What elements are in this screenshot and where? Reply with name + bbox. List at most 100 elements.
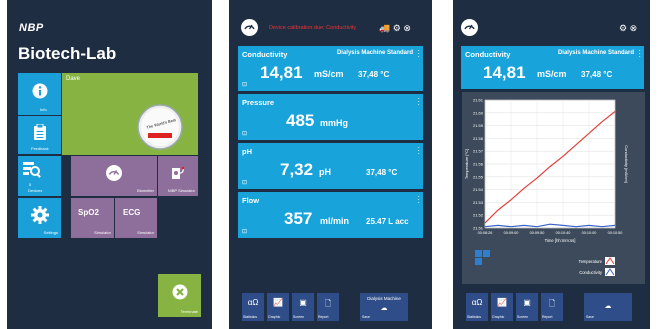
report-button[interactable]: 🗋 Report	[317, 293, 339, 321]
document-icon: 🗋	[548, 299, 556, 308]
statistics-icon: αΩ	[247, 298, 259, 307]
screen-button[interactable]: ▣ Screen	[292, 293, 314, 321]
info-tile[interactable]: Info	[18, 73, 61, 115]
terminate-label: Terminate	[180, 309, 198, 314]
gauge-button[interactable]	[461, 19, 478, 36]
edit-icon[interactable]: ⊡	[242, 228, 247, 235]
edit-icon[interactable]: ⊡	[242, 81, 247, 88]
card-value: 14,81	[260, 63, 303, 82]
x-axis-label: Time [hh:mm:ss]	[545, 238, 576, 243]
graphic-button[interactable]: 📈 Graphic	[491, 293, 513, 321]
spo2-tile[interactable]: SpO2 Simulator	[71, 198, 114, 238]
feedback-tile[interactable]: Feedback	[18, 116, 61, 154]
edit-icon[interactable]: ⊡	[242, 179, 247, 186]
y-tick-label: 21.58	[473, 136, 484, 141]
nibp-icon	[172, 166, 185, 179]
y-tick-label: 21.54	[473, 187, 484, 192]
more-icon[interactable]: · · ·	[638, 47, 641, 61]
y-tick-label: 21.51	[473, 226, 484, 231]
more-icon[interactable]: · · ·	[417, 47, 420, 61]
card-value: 357	[284, 209, 313, 228]
report-label: Report	[542, 315, 553, 319]
more-icon[interactable]: · · ·	[417, 193, 420, 207]
line-chart: 21.51 21.52 21.53 21.54 21.55 21.56 21.57 21.58…	[464, 98, 629, 276]
x-tick-label: 00:09:00	[504, 231, 519, 235]
statistics-label: Statistics	[467, 315, 482, 319]
user-avatar	[137, 104, 183, 150]
card-value: 14,81	[483, 63, 526, 82]
bottom-toolbar: αΩ Statistics 📈 Graphic ▣ Screen 🗋 Repor…	[453, 286, 650, 329]
gauge-button[interactable]	[241, 19, 258, 36]
card-unit: mS/cm	[537, 69, 567, 79]
top-icons: ⚙ ⊗	[619, 23, 637, 34]
flow-card[interactable]: Flow · · · 357 ml/min 25.47 L acc ⊡	[238, 192, 423, 238]
user-tile[interactable]: Dave The World's Best	[62, 73, 198, 155]
feedback-label: Feedback	[31, 146, 49, 151]
save-label: Save	[586, 315, 594, 319]
statistics-label: Statistics	[243, 315, 258, 319]
graphic-label: Graphic	[268, 315, 281, 319]
close-circle-icon[interactable]: ⊗	[403, 23, 411, 33]
calibration-alert: Device calibration due: Conductivity	[269, 25, 357, 31]
graphic-button[interactable]: 📈 Graphic	[267, 293, 289, 321]
x-tick-label: 00:08:26	[478, 231, 493, 235]
card-value: 7,32	[280, 160, 314, 179]
card-value: 485	[286, 111, 315, 130]
user-name: Dave	[66, 76, 81, 82]
terminate-tile[interactable]: Terminate	[158, 274, 201, 317]
conductivity-card[interactable]: Conductivity Dialysis Machine Standard ·…	[461, 46, 644, 89]
edit-icon[interactable]: ⊡	[242, 130, 247, 137]
info-icon	[32, 83, 47, 99]
top-icons: 🚚 ⚙ ⊗	[379, 23, 411, 34]
screen-button[interactable]: ▣ Screen	[516, 293, 538, 321]
spo2-label: Simulator	[94, 230, 111, 235]
devices-tile[interactable]: 5 Devices	[18, 156, 61, 196]
biomeiter-label: Biomeiter	[137, 188, 154, 193]
card-title: pH	[242, 147, 252, 156]
statistics-icon: αΩ	[471, 298, 483, 307]
save-button[interactable]: ☁ Save	[584, 293, 632, 321]
conductivity-card[interactable]: Conductivity Dialysis Machine Standard ·…	[238, 46, 423, 91]
zoom-out-icon	[483, 250, 490, 257]
save-button[interactable]: Dialysis Machine ☁ Save	[360, 293, 408, 321]
card-standard: Dialysis Machine Standard	[557, 50, 634, 56]
y-tick-label: 21.56	[473, 162, 484, 167]
biomeiter-tile[interactable]: Biomeiter	[71, 156, 157, 196]
gauge-icon	[106, 164, 122, 181]
screen-label: Screen	[517, 315, 529, 319]
y-tick-label: 21.59	[473, 123, 484, 128]
monitor-screen: Device calibration due: Conductivity 🚚 ⚙…	[229, 0, 432, 329]
y-tick-label: 21.55	[473, 174, 484, 179]
legend-temperature-label: Temperature	[578, 259, 602, 264]
settings-tile[interactable]: Settings	[18, 198, 61, 238]
card-standard: Dialysis Machine Standard	[336, 50, 413, 56]
more-icon[interactable]: · · ·	[417, 95, 420, 109]
report-button[interactable]: 🗋 Report	[541, 293, 563, 321]
y-tick-label: 21.60	[473, 110, 484, 115]
nibp-tile[interactable]: NIBP Simulator	[158, 156, 198, 196]
card-title: Conductivity	[465, 50, 511, 59]
more-icon[interactable]: · · ·	[417, 144, 420, 158]
save-label: Save	[362, 315, 370, 319]
zoom-in-icon	[475, 250, 482, 257]
statistics-button[interactable]: αΩ Statistics	[466, 293, 488, 321]
ph-card[interactable]: pH · · · 7,32 pH 37,48 °C ⊡	[238, 143, 423, 189]
devices-icon	[23, 162, 41, 178]
report-label: Report	[318, 315, 329, 319]
pressure-card[interactable]: Pressure · · · 485 mmHg ⊡	[238, 94, 423, 140]
card-unit: ml/min	[320, 216, 350, 226]
graph-screen: ⚙ ⊗ Conductivity Dialysis Machine Standa…	[453, 0, 650, 329]
truck-icon[interactable]: 🚚	[379, 23, 390, 33]
ecg-tile[interactable]: ECG Simulator	[115, 198, 157, 238]
statistics-button[interactable]: αΩ Statistics	[242, 293, 264, 321]
gear-icon[interactable]: ⚙	[393, 23, 401, 33]
zoom-reset-icon	[475, 258, 482, 265]
gear-icon[interactable]: ⚙	[619, 23, 627, 33]
card-title: Conductivity	[242, 50, 288, 59]
gauge-icon	[244, 24, 255, 30]
app-title: Biotech-Lab	[18, 44, 117, 63]
card-unit: mS/cm	[314, 69, 344, 79]
camera-icon: ▣	[299, 298, 307, 307]
close-circle-icon[interactable]: ⊗	[630, 23, 638, 33]
card-unit: pH	[319, 167, 331, 177]
